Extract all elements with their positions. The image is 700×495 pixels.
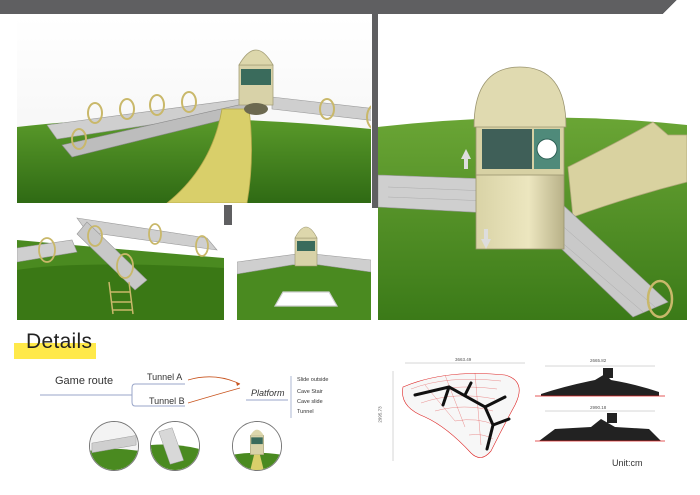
plan-height-dimension: 2995.73 — [377, 406, 383, 423]
elevation-top-dimension: 2665.82 — [590, 358, 607, 363]
route-option: Slide outside — [297, 377, 329, 383]
thumbnail-tunnel — [89, 421, 139, 471]
plan-drawing — [385, 357, 530, 467]
tunnel-render — [17, 210, 224, 320]
route-option: Cave Stair — [297, 389, 323, 395]
thumbnail-tower — [232, 421, 282, 471]
thumbnail-slide — [150, 421, 200, 471]
main-render — [17, 17, 371, 203]
elevation-top-drawing — [535, 360, 665, 400]
header-bar — [0, 0, 700, 14]
details-title: Details — [26, 330, 93, 353]
game-route-label: Game route — [55, 375, 114, 387]
tower-render — [378, 17, 687, 320]
tunnel-a-label: Tunnel A — [147, 372, 183, 382]
panel-divider-small — [224, 205, 232, 225]
platform-label: Platform — [251, 388, 285, 398]
unit-label: Unit:cm — [612, 458, 643, 468]
route-option: Cave slide — [297, 399, 323, 405]
plan-width-dimension: 3663.49 — [455, 357, 472, 362]
elevation-bottom-dimension: 2990.18 — [590, 405, 607, 410]
route-option: Tunnel — [297, 409, 314, 415]
header-bar-corner — [640, 0, 700, 14]
elevation-bottom-drawing — [535, 405, 665, 445]
platform-render — [237, 210, 371, 320]
tunnel-b-label: Tunnel B — [149, 396, 185, 406]
